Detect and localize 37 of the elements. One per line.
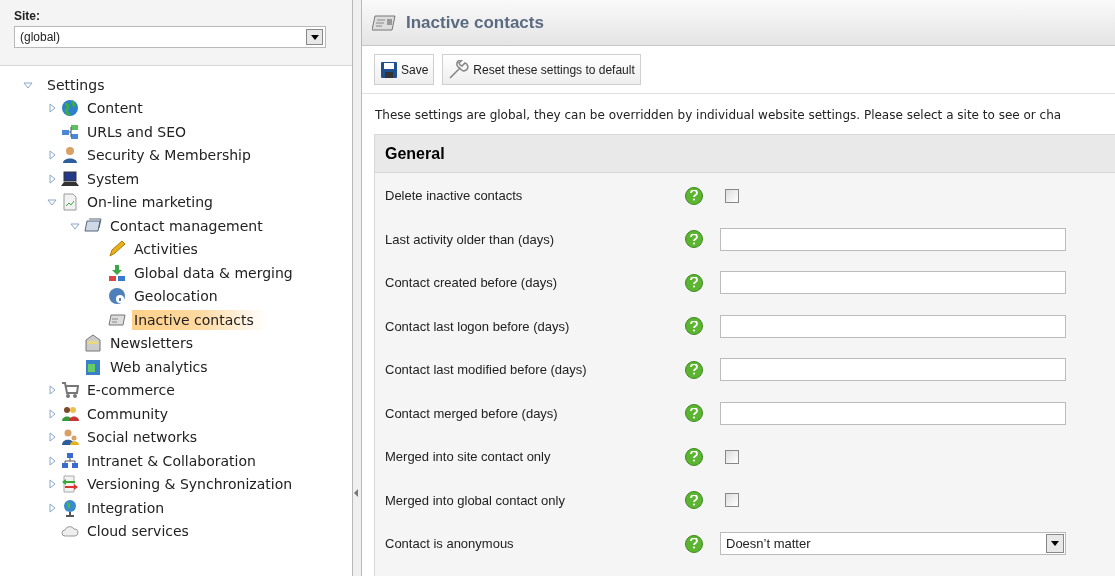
tree-item[interactable]: Newsletters: [108, 333, 195, 354]
tree-item[interactable]: Web analytics: [108, 356, 210, 377]
info-text: These settings are global, they can be overridden by individual website settings. Please select a site to see or cha: [374, 107, 1063, 123]
tree-item[interactable]: Contact management: [108, 215, 265, 236]
field-label: Last activity older than (days): [385, 230, 556, 249]
field-label: Merged into global contact only: [385, 491, 566, 510]
tree-item[interactable]: URLs and SEO: [85, 121, 189, 142]
field-label: Contact merged before (days): [385, 404, 559, 423]
page-title: Inactive contacts: [406, 11, 544, 34]
tree-item[interactable]: E-commerce: [85, 380, 177, 401]
tree-item[interactable]: Inactive contacts: [132, 309, 266, 330]
reset-button[interactable]: Reset these settings to default: [442, 54, 641, 85]
tree-item[interactable]: Global data & merging: [132, 262, 295, 283]
tree-item[interactable]: Security & Membership: [85, 145, 253, 166]
tree-item[interactable]: Integration: [85, 497, 167, 518]
tree-item[interactable]: Geolocation: [132, 286, 220, 307]
tree-item[interactable]: Settings: [45, 74, 107, 95]
tree-item[interactable]: System: [85, 168, 142, 189]
tree-item[interactable]: Intranet & Collaboration: [85, 450, 258, 471]
tree-item[interactable]: Versioning & Synchronization: [85, 474, 295, 495]
tree-item[interactable]: Content: [85, 98, 145, 119]
field-label: Delete inactive contacts: [385, 187, 524, 205]
field-label: Merged into site contact only: [385, 448, 552, 466]
site-dropdown[interactable]: (global): [14, 26, 326, 48]
field-label: Contact last logon before (days): [385, 317, 571, 336]
section-title: General: [375, 135, 1115, 173]
tree-item[interactable]: On-line marketing: [85, 192, 215, 213]
tree-item[interactable]: Activities: [132, 239, 200, 260]
tree-item[interactable]: Cloud services: [85, 521, 191, 542]
dropdown[interactable]: Doesn’t matter: [720, 532, 1066, 556]
tree-item[interactable]: Social networks: [85, 427, 200, 448]
field-label: Contact created before (days): [385, 274, 558, 292]
tree-item[interactable]: Community: [85, 403, 171, 424]
site-label: Site:: [14, 8, 41, 24]
field-label: Contact last modified before (days): [385, 361, 588, 379]
field-label: Contact is anonymous: [385, 535, 515, 553]
save-button[interactable]: Save: [374, 54, 435, 85]
